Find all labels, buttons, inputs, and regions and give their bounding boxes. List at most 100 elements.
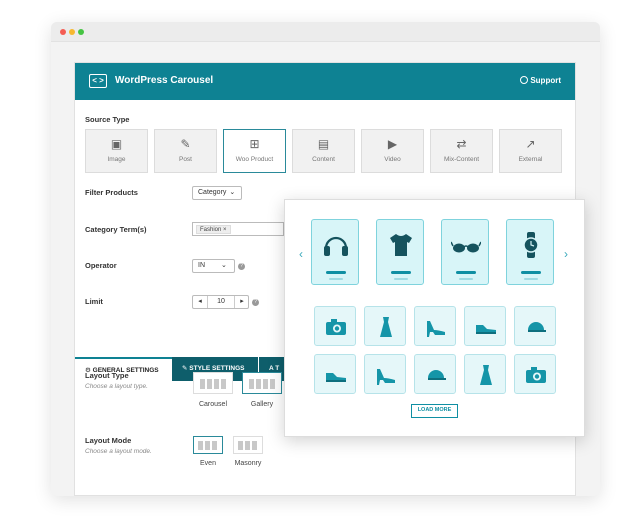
source-external-button[interactable]: ↗ External (499, 129, 562, 173)
tab-third-label: T (275, 365, 280, 372)
grid-product-heel[interactable] (414, 306, 456, 346)
layout-masonry-label: Masonry (234, 460, 262, 467)
close-dot-icon[interactable] (60, 29, 66, 35)
carousel-layout-icon (200, 379, 228, 389)
even-layout-icon (198, 441, 219, 450)
panel-title: WordPress Carousel (115, 75, 214, 86)
featured-product-card[interactable] (506, 219, 554, 285)
product-title-bar (456, 271, 476, 274)
image-icon: ▣ (110, 137, 123, 151)
grid-product-camera[interactable] (514, 354, 556, 394)
product-preview-popup: ‹ › LOAD MORE (284, 199, 585, 437)
limit-label: Limit (85, 297, 103, 306)
chevron-down-icon: ⌄ (221, 262, 227, 269)
layout-carousel-button[interactable] (193, 372, 233, 394)
source-mix-content-label: Mix-Content (443, 156, 480, 163)
load-more-button[interactable]: LOAD MORE (411, 404, 458, 418)
grid-product-sneaker[interactable] (464, 306, 506, 346)
product-price-bar (394, 278, 408, 280)
grid-product-heel[interactable] (364, 354, 406, 394)
filter-products-select[interactable]: Category ⌄ (192, 186, 242, 200)
sunglasses-icon (451, 241, 481, 253)
product-price-bar (329, 278, 343, 280)
dress-icon (480, 365, 492, 385)
external-link-icon: ↗ (525, 137, 536, 151)
decrement-icon[interactable]: ◂ (196, 296, 204, 308)
panel-header: < > WordPress Carousel Support (75, 63, 575, 100)
cap-icon (528, 322, 546, 332)
category-terms-input[interactable]: Fashion × (192, 222, 284, 236)
source-video-button[interactable]: ▶ Video (361, 129, 424, 173)
window-titlebar (51, 22, 600, 42)
source-image-label: Image (107, 156, 126, 163)
featured-product-card[interactable] (311, 219, 359, 285)
sneaker-icon (476, 325, 496, 334)
minimize-dot-icon[interactable] (69, 29, 75, 35)
limit-help-icon[interactable]: ? (252, 299, 259, 306)
shuffle-icon: ⇄ (456, 137, 467, 151)
fashion-tag-label: Fashion (200, 227, 222, 233)
cap-icon (428, 370, 446, 380)
source-image-button[interactable]: ▣ Image (85, 129, 148, 173)
heel-icon (377, 369, 395, 385)
source-post-label: Post (178, 156, 192, 163)
layout-gallery-label: Gallery (250, 401, 274, 408)
source-post-button[interactable]: ✎ Post (154, 129, 217, 173)
grid-product-sneaker[interactable] (314, 354, 356, 394)
support-link[interactable]: Support (520, 76, 561, 85)
product-price-bar (459, 278, 473, 280)
tab-style-label: STYLE SETTINGS (189, 365, 245, 372)
layout-type-label: Layout Type (85, 371, 129, 380)
featured-product-card[interactable] (376, 219, 424, 285)
heel-icon (427, 321, 445, 337)
grid-product-cap[interactable] (414, 354, 456, 394)
layout-masonry-button[interactable] (233, 436, 263, 454)
layout-even-button[interactable] (193, 436, 223, 454)
operator-label: Operator (85, 261, 117, 270)
prev-arrow-icon[interactable]: ‹ (299, 247, 303, 261)
grid-product-cap[interactable] (514, 306, 556, 346)
featured-product-card[interactable] (441, 219, 489, 285)
source-content-label: Content (312, 156, 335, 163)
operator-select[interactable]: IN ⌄ (192, 259, 235, 273)
layout-mode-hint: Choose a layout mode. (85, 448, 152, 455)
next-arrow-icon[interactable]: › (564, 247, 568, 261)
camera-icon (526, 367, 546, 383)
product-price-bar (524, 278, 538, 280)
document-icon: ▤ (317, 137, 330, 151)
filter-products-label: Filter Products (85, 188, 138, 197)
source-woo-product-label: Woo Product (235, 156, 274, 163)
maximize-dot-icon[interactable] (78, 29, 84, 35)
increment-icon[interactable]: ▸ (238, 296, 246, 308)
support-label: Support (530, 76, 561, 85)
product-title-bar (521, 271, 541, 274)
gallery-layout-icon (249, 379, 277, 389)
play-icon: ▶ (387, 137, 398, 151)
layout-mode-label: Layout Mode (85, 436, 132, 445)
tshirt-icon (390, 234, 412, 256)
masonry-layout-icon (238, 441, 259, 450)
source-content-button[interactable]: ▤ Content (292, 129, 355, 173)
source-mix-content-button[interactable]: ⇄ Mix-Content (430, 129, 493, 173)
sneaker-icon (326, 373, 346, 382)
layout-gallery-button[interactable] (242, 372, 282, 394)
grid-product-camera[interactable] (314, 306, 356, 346)
limit-stepper[interactable]: ◂ 10 ▸ (192, 295, 249, 309)
product-title-bar (391, 271, 411, 274)
grid-product-dress[interactable] (364, 306, 406, 346)
source-external-label: External (518, 156, 543, 163)
fashion-tag[interactable]: Fashion × (196, 225, 231, 234)
product-title-bar (326, 271, 346, 274)
operator-help-icon[interactable]: ? (238, 263, 245, 270)
source-woo-product-button[interactable]: ⊞ Woo Product (223, 129, 286, 173)
pin-icon: ✎ (180, 137, 191, 151)
filter-products-value: Category (198, 189, 227, 196)
limit-value[interactable]: 10 (207, 296, 235, 308)
layout-type-hint: Choose a layout type. (85, 383, 148, 390)
camera-icon (326, 319, 346, 335)
source-video-label: Video (384, 156, 401, 163)
remove-tag-icon[interactable]: × (223, 227, 227, 233)
dress-icon (380, 317, 392, 337)
grid-product-dress[interactable] (464, 354, 506, 394)
watch-icon (523, 232, 539, 258)
